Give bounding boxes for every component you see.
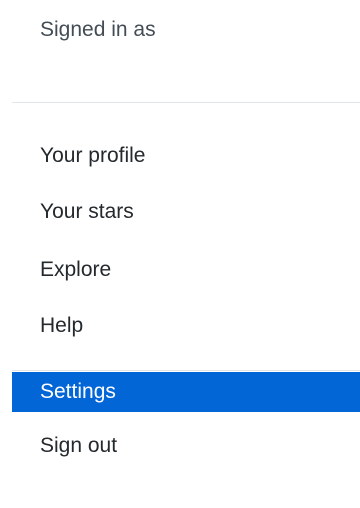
menu-item-help[interactable]: Help (12, 306, 360, 346)
signed-in-label: Signed in as (40, 18, 156, 41)
menu-item-your-profile[interactable]: Your profile (12, 136, 360, 176)
signed-in-header: Signed in as (12, 0, 360, 102)
menu-item-your-stars[interactable]: Your stars (12, 192, 360, 232)
user-dropdown-menu: Signed in as Your profile Your stars Exp… (12, 0, 360, 508)
menu-divider-top (12, 102, 360, 103)
menu-item-sign-out[interactable]: Sign out (12, 426, 360, 466)
menu-divider-bottom (12, 370, 360, 371)
menu-item-settings[interactable]: Settings (12, 372, 360, 412)
menu-item-label: Explore (40, 258, 112, 281)
menu-item-label: Your stars (40, 200, 134, 223)
menu-item-label: Sign out (40, 434, 118, 457)
menu-item-label: Your profile (40, 144, 146, 167)
menu-item-explore[interactable]: Explore (12, 250, 360, 290)
menu-item-label: Settings (40, 380, 116, 403)
menu-item-label: Help (40, 314, 84, 337)
